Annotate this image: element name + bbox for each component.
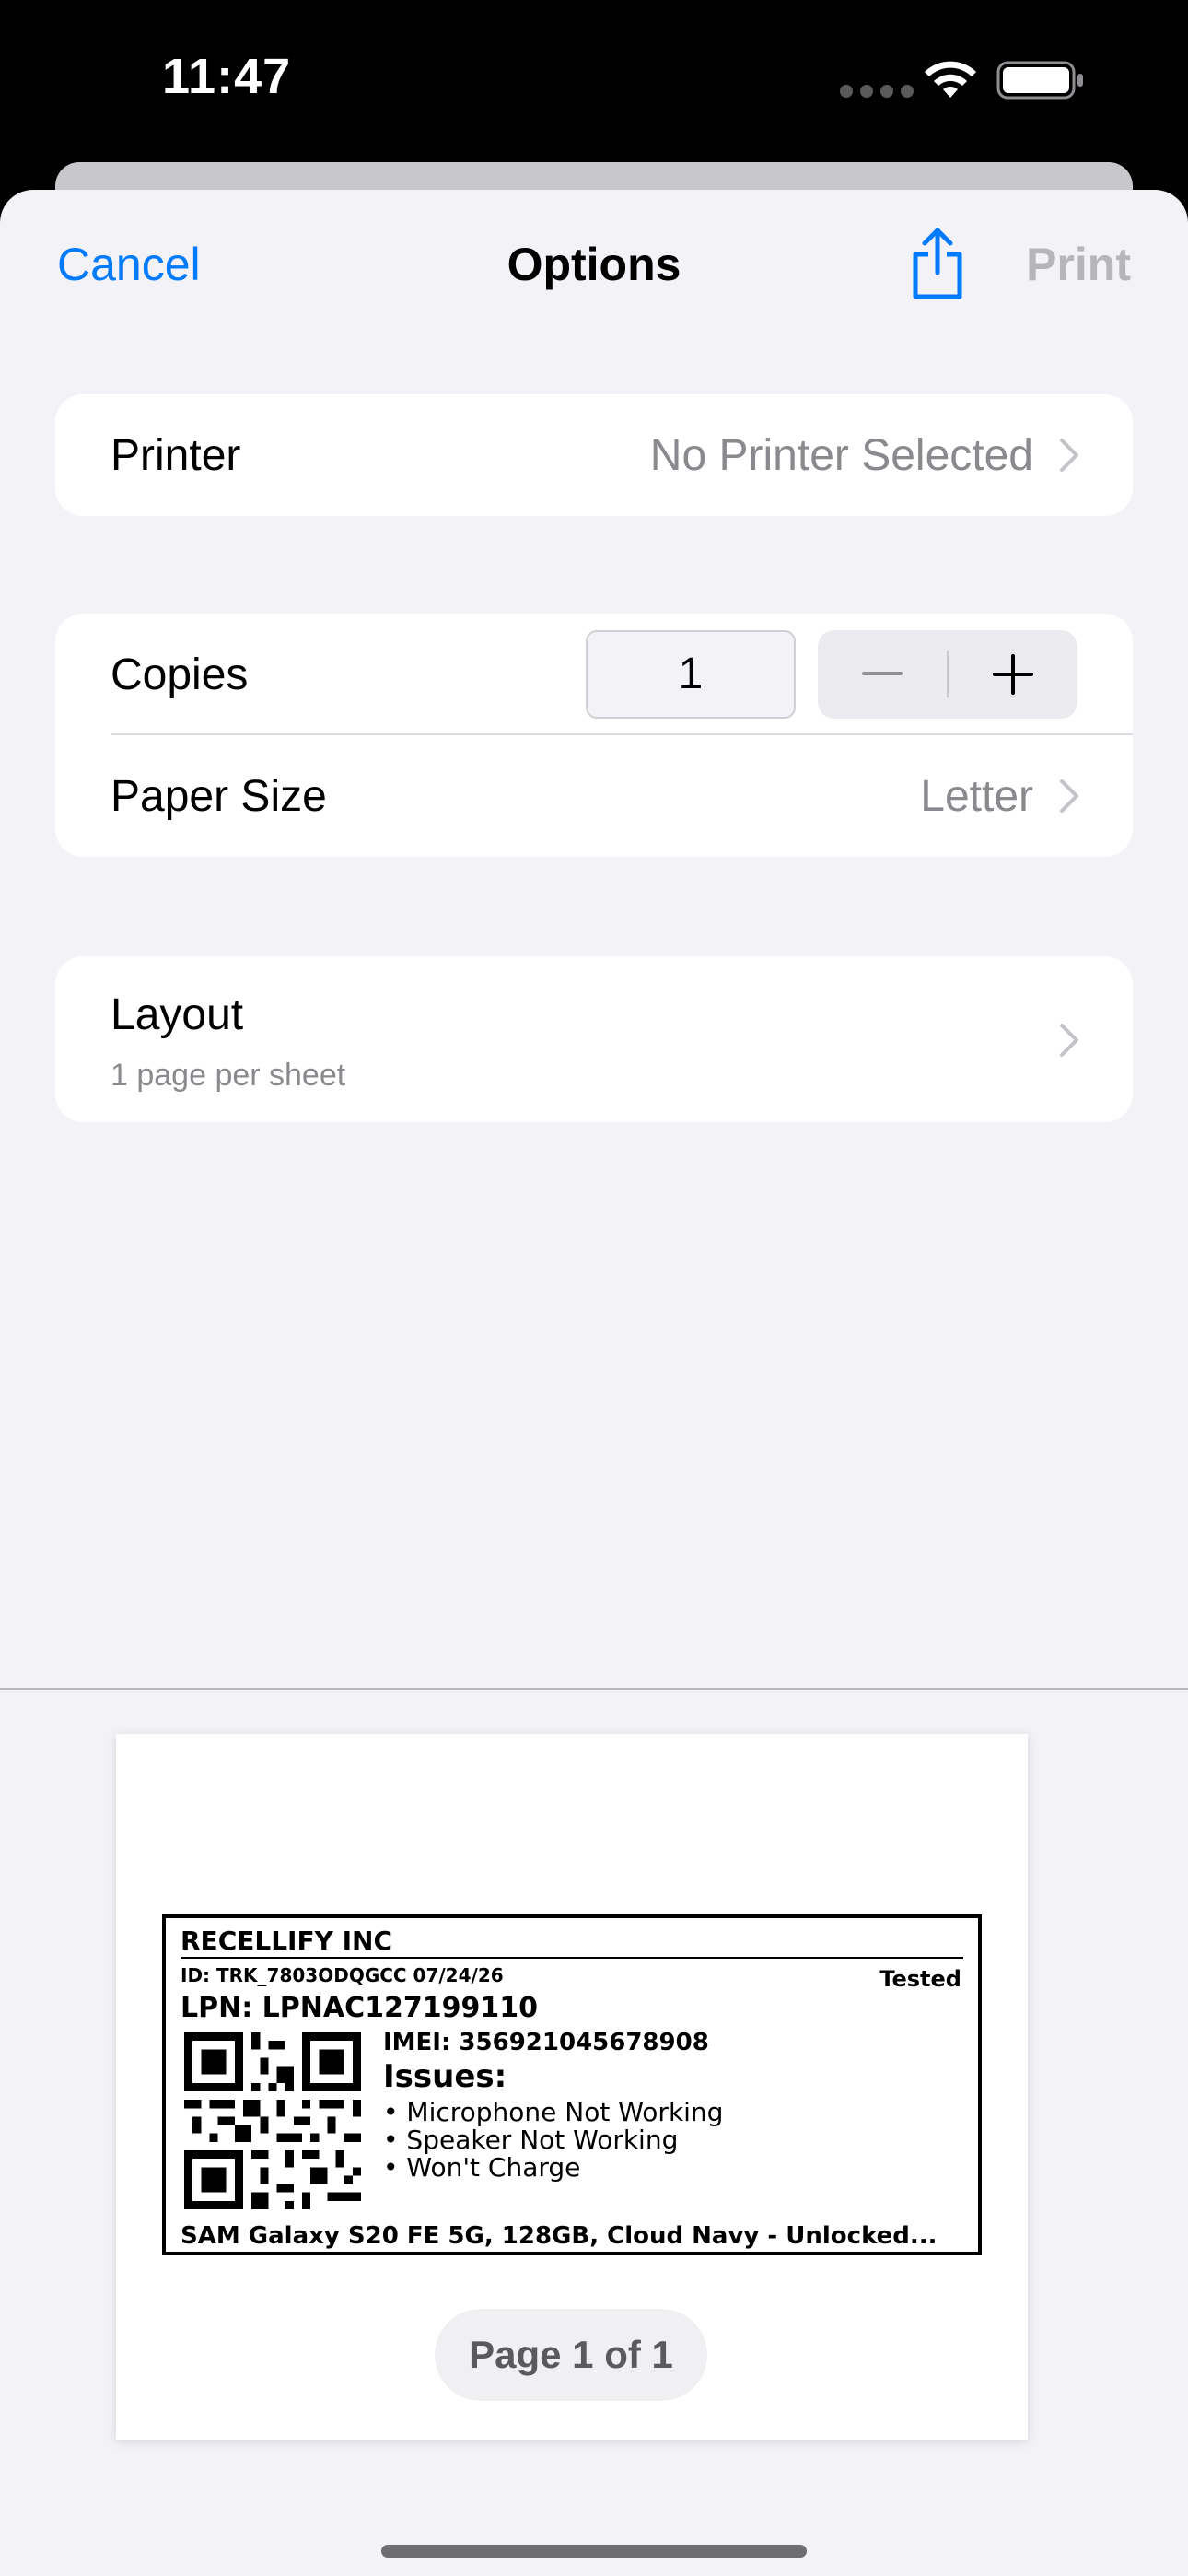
chevron-right-icon xyxy=(1060,439,1078,472)
copies-input[interactable]: 1 xyxy=(586,630,796,719)
plus-icon xyxy=(993,654,1033,695)
label-issue: • Won't Charge xyxy=(383,2152,581,2183)
label-id: ID: TRK_7803ODQGCC 07/24/26 xyxy=(181,1964,504,1986)
label-lpn: LPN: LPNAC127199110 xyxy=(181,1992,538,2024)
page-indicator: Page 1 of 1 xyxy=(435,2309,707,2401)
copies-stepper xyxy=(818,630,1077,719)
preview-divider xyxy=(0,1688,1188,1690)
copies-paper-group: Copies 1 Paper Size Letter xyxy=(55,614,1133,857)
minus-icon xyxy=(862,672,903,675)
print-preview-page[interactable]: RECELLIFY INC ID: TRK_7803ODQGCC 07/24/2… xyxy=(116,1734,1028,2440)
chevron-right-icon xyxy=(1060,1024,1078,1057)
qr-code-icon xyxy=(184,2032,361,2209)
label-status: Tested xyxy=(879,1966,961,1992)
copies-row: Copies 1 xyxy=(55,614,1133,735)
battery-icon xyxy=(996,61,1083,100)
layout-group: Layout 1 page per sheet xyxy=(55,956,1133,1122)
label-imei: IMEI: 356921045678908 xyxy=(383,2029,709,2056)
layout-row[interactable]: Layout 1 page per sheet xyxy=(55,956,1133,1122)
label-issue: • Microphone Not Working xyxy=(383,2097,724,2127)
navigation-bar: Cancel Options Print xyxy=(0,190,1188,346)
status-bar: 11:47 xyxy=(0,0,1188,184)
printer-label: Printer xyxy=(111,430,241,480)
home-indicator[interactable] xyxy=(381,2545,807,2558)
printer-group: Printer No Printer Selected xyxy=(55,394,1133,516)
layout-label: Layout xyxy=(111,990,244,1039)
paper-size-row[interactable]: Paper Size Letter xyxy=(55,735,1133,857)
status-time: 11:47 xyxy=(162,49,292,104)
shipping-label: RECELLIFY INC ID: TRK_7803ODQGCC 07/24/2… xyxy=(162,1914,982,2255)
chevron-right-icon xyxy=(1060,779,1078,813)
increment-button[interactable] xyxy=(949,630,1077,719)
share-icon[interactable] xyxy=(908,227,967,300)
label-company: RECELLIFY INC xyxy=(181,1926,393,1956)
label-issues-title: Issues: xyxy=(383,2058,507,2095)
layout-subtitle: 1 page per sheet xyxy=(111,1058,346,1093)
printer-row[interactable]: Printer No Printer Selected xyxy=(55,394,1133,516)
decrement-button[interactable] xyxy=(818,630,947,719)
label-rule xyxy=(181,1957,963,1959)
paper-size-value: Letter xyxy=(920,771,1033,821)
wifi-icon xyxy=(925,61,976,98)
cellular-signal-icon xyxy=(840,85,914,98)
print-button[interactable]: Print xyxy=(1026,238,1131,291)
label-issue: • Speaker Not Working xyxy=(383,2125,679,2155)
print-options-sheet: Cancel Options Print Printer No Printer … xyxy=(0,190,1188,2576)
printer-value: No Printer Selected xyxy=(649,430,1033,480)
label-model: SAM Galaxy S20 FE 5G, 128GB, Cloud Navy … xyxy=(181,2222,938,2250)
paper-size-label: Paper Size xyxy=(111,771,327,821)
page-title: Options xyxy=(507,239,681,290)
